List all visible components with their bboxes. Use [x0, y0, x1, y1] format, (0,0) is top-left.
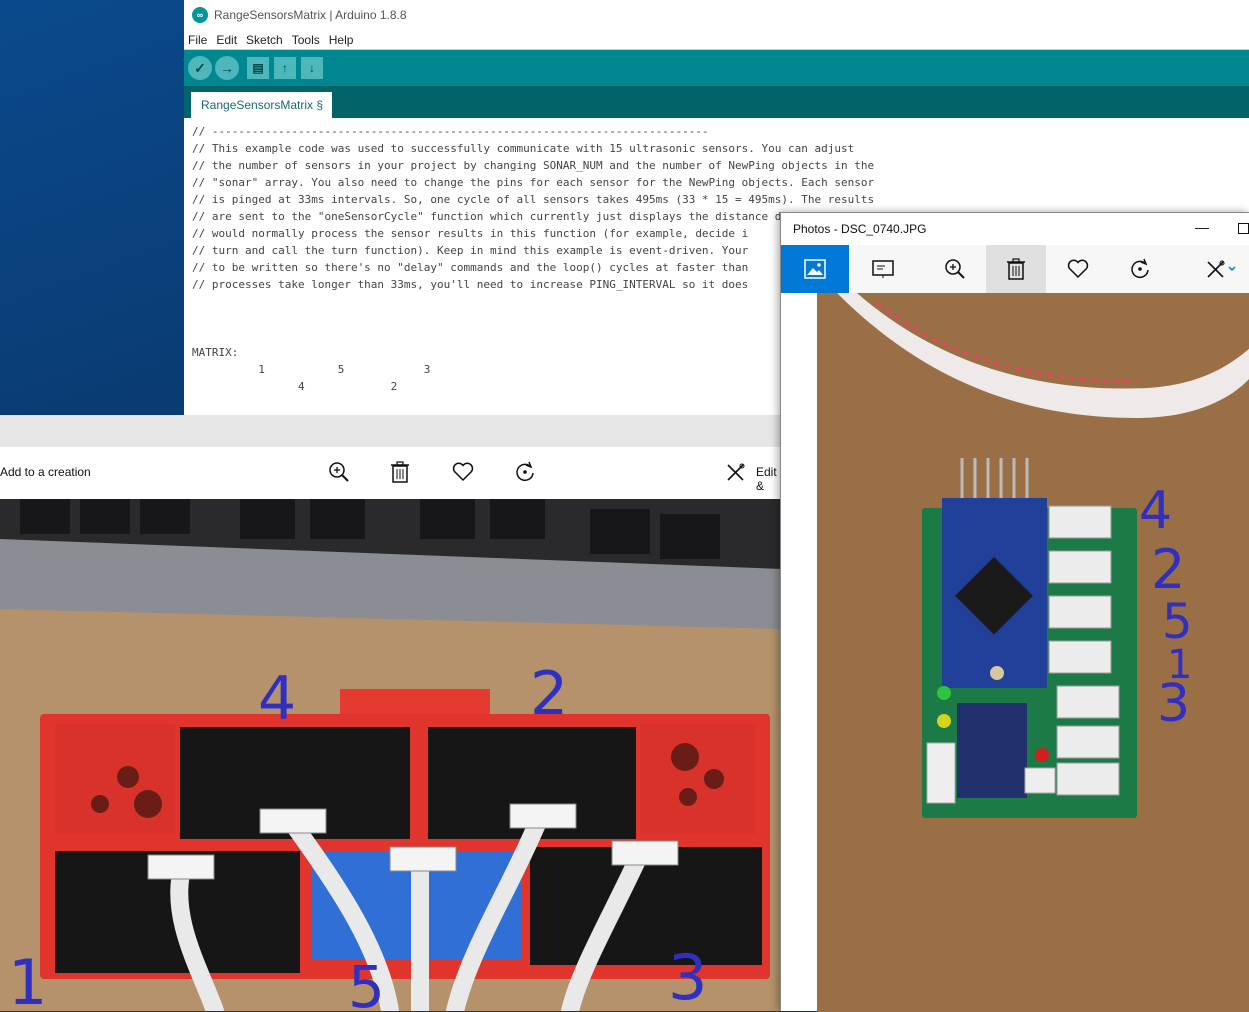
sensor-housing-photo: 4 2 1 5 3 [0, 499, 781, 1011]
tab-range-sensors-matrix[interactable]: RangeSensorsMatrix § [191, 92, 333, 118]
code-line: // the number of sensors in your project… [192, 159, 875, 172]
heart-icon[interactable] [448, 457, 478, 487]
arduino-logo-icon: ∞ [192, 7, 208, 23]
slideshow-icon[interactable] [857, 245, 909, 293]
photos-front-title-bar: Photos - DSC_0740.JPG — [781, 213, 1249, 245]
arduino-title-bar: ∞ RangeSensorsMatrix | Arduino 1.8.8 [184, 0, 1249, 30]
board-label-2: 2 [1151, 538, 1185, 601]
tab-bar: RangeSensorsMatrix § [184, 86, 1249, 118]
housing-label-2: 2 [530, 659, 568, 729]
edit-icon[interactable] [721, 457, 751, 487]
delete-icon[interactable] [986, 245, 1046, 293]
rotate-photo-icon[interactable] [1114, 245, 1166, 293]
favorite-heart-icon[interactable] [1052, 245, 1104, 293]
menu-file[interactable]: File [188, 33, 207, 47]
menu-tools[interactable]: Tools [292, 33, 320, 47]
circuit-board-photo: 4 2 5 1 3 [817, 293, 1249, 1012]
code-line: // -------------------------------------… [192, 125, 709, 138]
photos-window-front: Photos - DSC_0740.JPG — 4 2 5 1 3 [780, 212, 1249, 1012]
zoom-icon[interactable] [324, 457, 354, 487]
code-line: // This example code was used to success… [192, 142, 855, 155]
add-to-creation-button[interactable]: Add to a creation [0, 465, 91, 479]
housing-label-4: 4 [258, 664, 296, 734]
housing-label-1: 1 [8, 946, 47, 1011]
open-sketch-button[interactable]: ↑ [274, 57, 296, 79]
arduino-title: RangeSensorsMatrix | Arduino 1.8.8 [214, 8, 407, 22]
edit-create-icon[interactable] [1196, 245, 1248, 293]
zoom-in-icon[interactable] [929, 245, 981, 293]
board-label-4: 4 [1139, 481, 1172, 541]
minimize-button[interactable]: — [1195, 219, 1209, 235]
photos-back-title-bar [0, 415, 781, 447]
upload-button[interactable]: → [215, 56, 239, 80]
menu-sketch[interactable]: Sketch [246, 33, 283, 47]
photos-front-toolbar [781, 245, 1249, 293]
new-sketch-button[interactable]: ▤ [247, 57, 269, 79]
photos-front-title: Photos - DSC_0740.JPG [793, 222, 927, 236]
save-sketch-button[interactable]: ↓ [301, 57, 323, 79]
code-line: // is pinged at 33ms intervals. So, one … [192, 193, 875, 206]
verify-button[interactable]: ✓ [188, 56, 212, 80]
board-label-3: 3 [1157, 674, 1190, 734]
ide-toolbar: ✓ → ▤ ↑ ↓ [184, 50, 1249, 86]
housing-label-3: 3 [668, 941, 707, 1011]
see-all-photos-icon[interactable] [781, 245, 849, 293]
edit-create-button[interactable]: Edit & [756, 465, 781, 493]
menu-edit[interactable]: Edit [216, 33, 237, 47]
menu-bar: File Edit Sketch Tools Help [184, 30, 1249, 50]
rotate-icon[interactable] [510, 457, 540, 487]
housing-label-5: 5 [348, 953, 385, 1011]
photos-window-back: Add to a creation Edit & 4 2 1 5 3 [0, 415, 781, 1011]
trash-icon[interactable] [385, 457, 415, 487]
maximize-button[interactable] [1238, 223, 1249, 234]
code-line: // "sonar" array. You also need to chang… [192, 176, 875, 189]
photos-back-toolbar: Add to a creation Edit & [0, 447, 781, 499]
menu-help[interactable]: Help [329, 33, 354, 47]
